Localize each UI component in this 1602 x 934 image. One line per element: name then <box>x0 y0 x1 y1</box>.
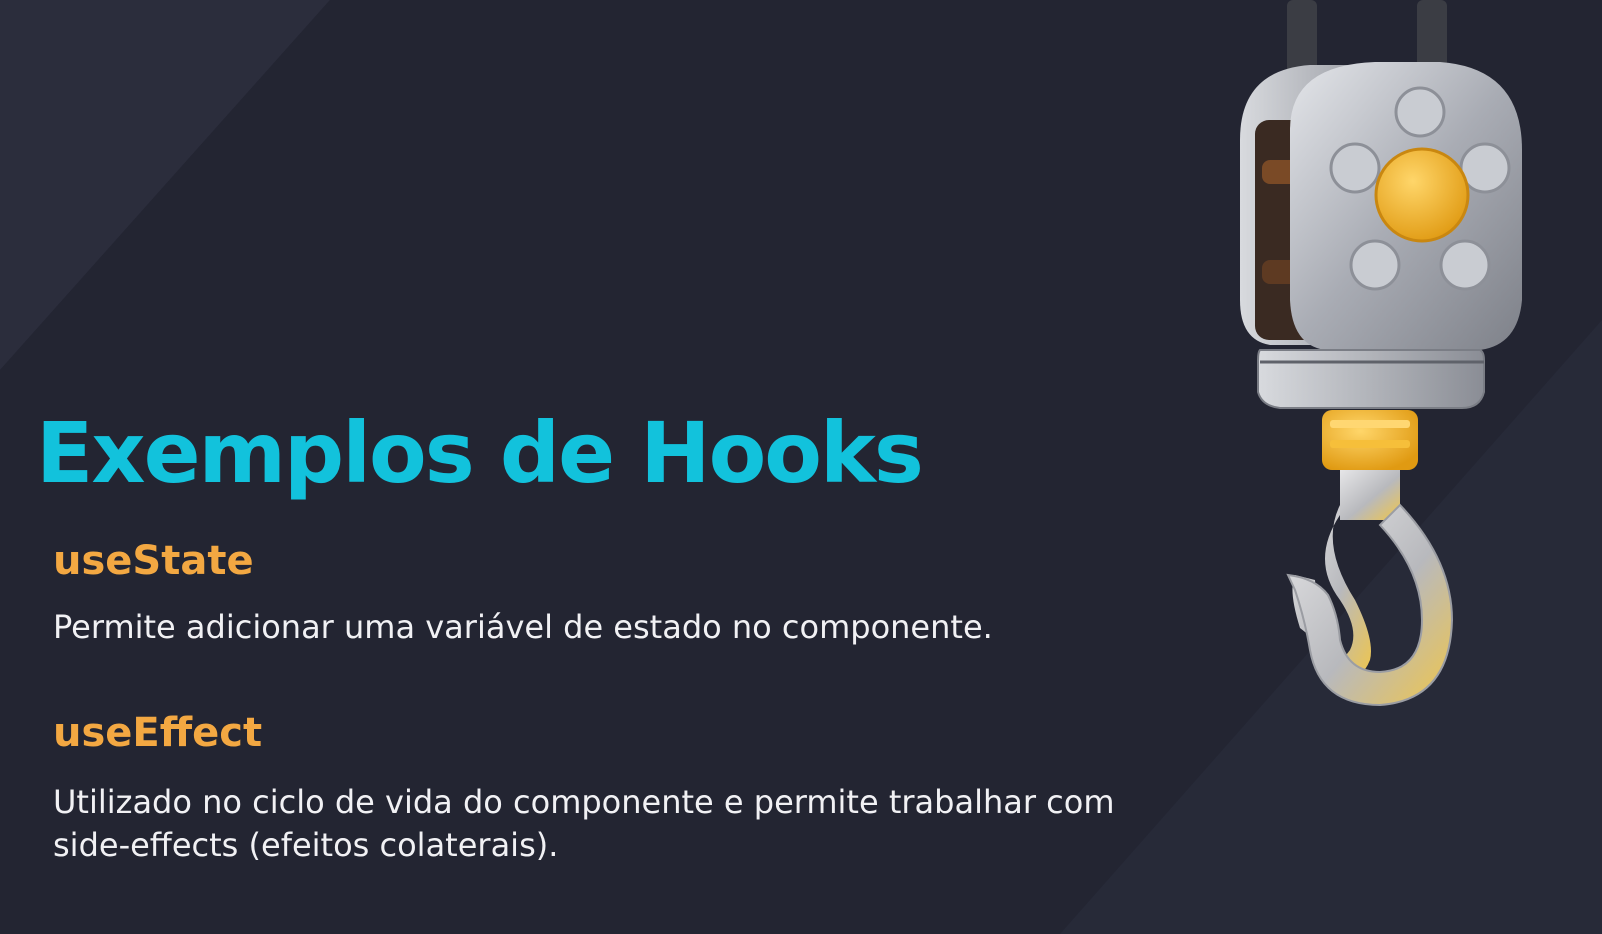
hook-description-usestate: Permite adicionar uma variável de estado… <box>53 608 993 646</box>
hook-name-usestate: useState <box>53 538 254 584</box>
crane-hook-pulley-icon <box>1240 0 1522 707</box>
hook-description-useeffect: Utilizado no ciclo de vida do componente… <box>53 783 1115 864</box>
hook-name-useeffect: useEffect <box>53 710 263 756</box>
slide-title: Exemplos de Hooks <box>36 404 924 502</box>
